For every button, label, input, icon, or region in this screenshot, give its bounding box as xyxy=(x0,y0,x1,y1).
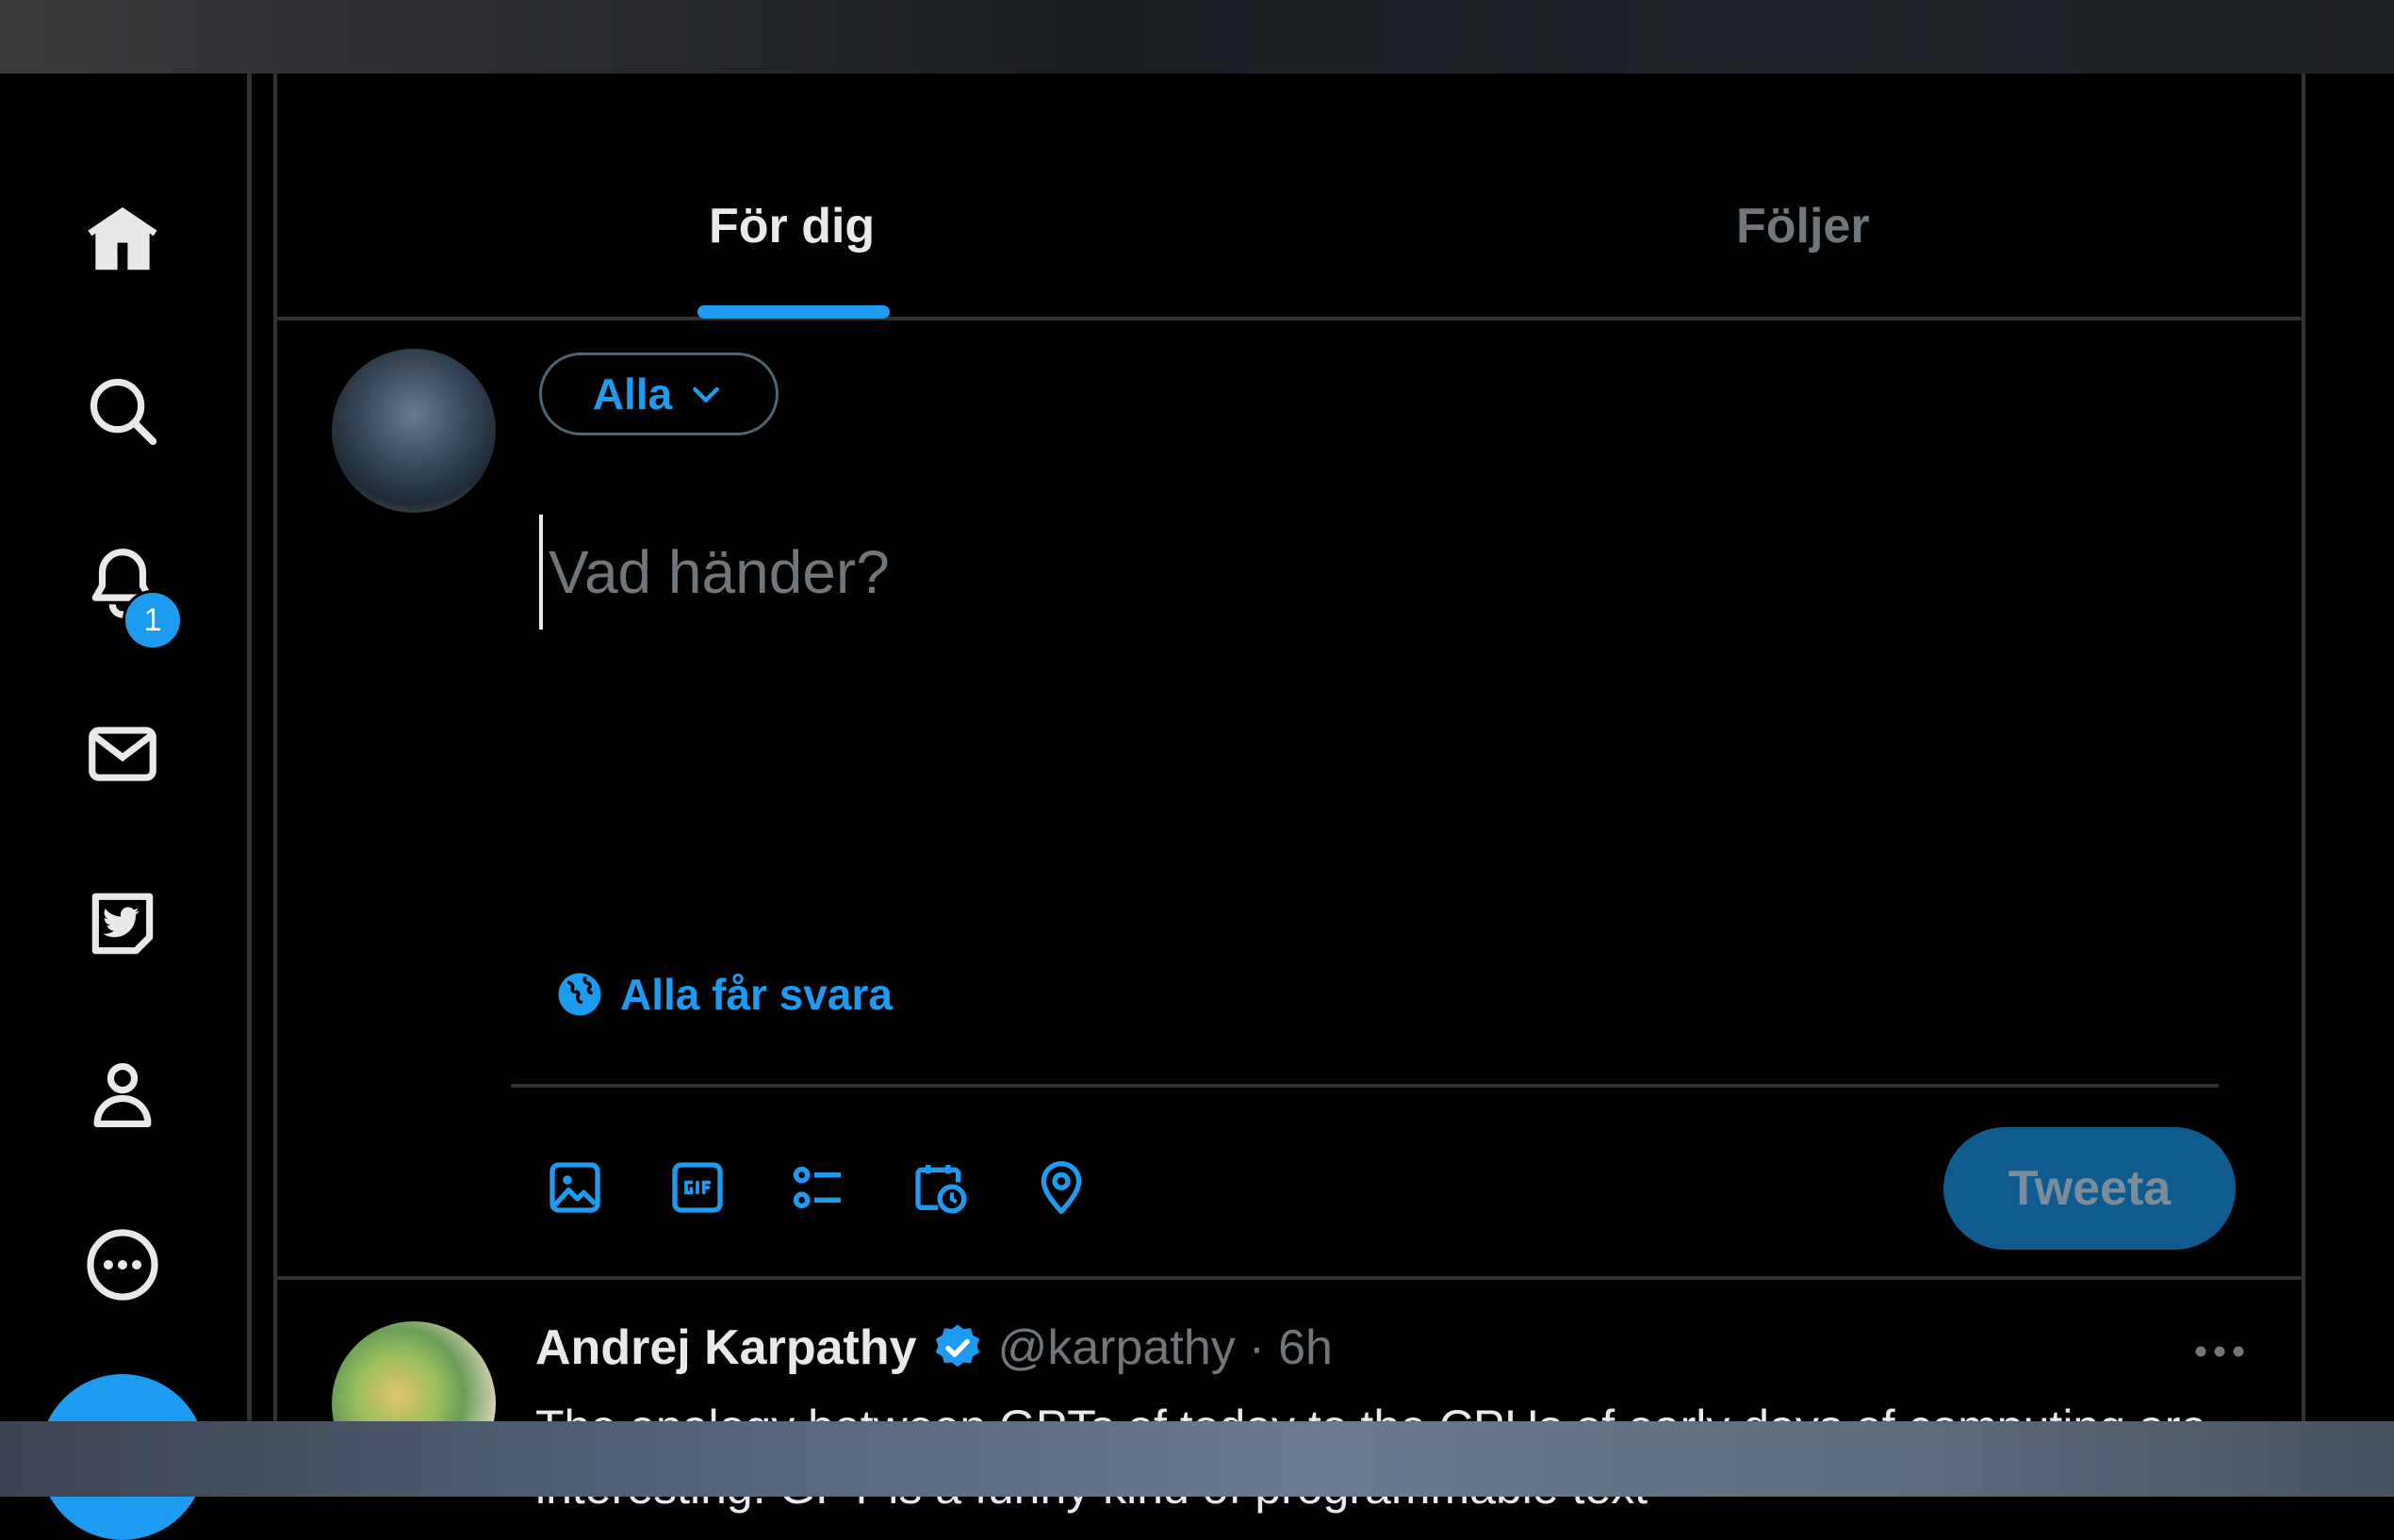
nav-home[interactable] xyxy=(75,192,170,287)
location-icon xyxy=(1041,1161,1082,1214)
nav-twitter-blue[interactable] xyxy=(75,876,170,971)
home-icon xyxy=(88,206,157,270)
compose-input[interactable] xyxy=(539,515,2247,630)
twitter-blue-icon xyxy=(91,893,154,955)
timeline-tabs: För dig Följer xyxy=(277,74,2302,320)
globe-icon xyxy=(558,973,601,1016)
verified-icon xyxy=(935,1324,979,1368)
reply-setting-label: Alla får svara xyxy=(620,970,893,1019)
tweet-button[interactable]: Tweeta xyxy=(1943,1127,2236,1250)
nav-profile[interactable] xyxy=(75,1048,170,1142)
add-poll-button[interactable] xyxy=(780,1150,856,1225)
post-header: Andrej Karpathy @karpathy · 6h xyxy=(535,1319,1333,1376)
add-gif-button[interactable] xyxy=(660,1150,735,1225)
chevron-down-icon xyxy=(693,386,720,402)
composer-separator xyxy=(277,1276,2302,1280)
more-circle-icon xyxy=(87,1229,158,1301)
post-timestamp[interactable]: 6h xyxy=(1278,1319,1333,1376)
post-more-button[interactable] xyxy=(2177,1323,2262,1380)
nav-explore[interactable] xyxy=(75,364,170,458)
window-bottom-strip xyxy=(0,1421,2394,1497)
audience-label: Alla xyxy=(592,369,673,418)
schedule-icon xyxy=(915,1165,967,1214)
window-top-strip xyxy=(0,0,2394,74)
schedule-button[interactable] xyxy=(903,1150,978,1225)
gif-icon xyxy=(672,1162,723,1213)
main-timeline: För dig Följer Alla Alla får svara Tweet… xyxy=(273,74,2305,1514)
composer-avatar[interactable] xyxy=(332,349,496,513)
post-author-handle[interactable]: @karpathy xyxy=(998,1319,1236,1376)
nav-messages[interactable] xyxy=(75,707,170,801)
reply-setting-button[interactable]: Alla får svara xyxy=(554,969,893,1020)
tab-for-you[interactable]: För dig xyxy=(709,198,875,254)
mail-icon xyxy=(89,727,156,781)
post-meta-separator: · xyxy=(1248,1320,1266,1375)
composer-divider xyxy=(511,1084,2219,1088)
add-media-button[interactable] xyxy=(537,1150,613,1225)
left-navigation: 1 xyxy=(0,74,252,1421)
post-author-name[interactable]: Andrej Karpathy xyxy=(535,1319,917,1376)
location-button[interactable] xyxy=(1024,1150,1099,1225)
search-icon xyxy=(90,378,157,446)
profile-icon xyxy=(93,1062,152,1128)
ellipsis-icon xyxy=(2195,1346,2244,1357)
nav-more[interactable] xyxy=(75,1218,170,1312)
image-icon xyxy=(549,1162,600,1213)
audience-selector[interactable]: Alla xyxy=(539,352,779,435)
active-tab-indicator xyxy=(697,305,890,319)
notification-badge: 1 xyxy=(123,590,183,650)
tab-following[interactable]: Följer xyxy=(1736,198,1870,254)
poll-icon xyxy=(793,1166,841,1209)
